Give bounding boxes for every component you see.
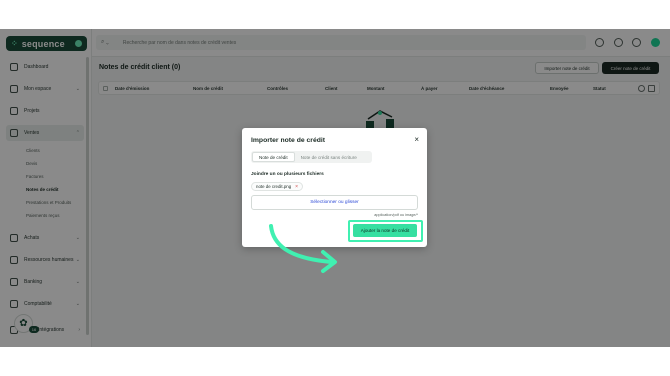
file-dropzone[interactable]: Sélectionner ou glisser xyxy=(251,195,418,210)
attached-file-chip: note de credit.png × xyxy=(251,182,304,191)
dropzone-label[interactable]: Sélectionner ou glisser xyxy=(310,200,359,205)
tab-note-de-credit[interactable]: Note de crédit xyxy=(252,152,295,162)
attach-files-label: Joindre un ou plusieurs fichiers xyxy=(251,172,324,177)
dialog-tabs: Note de crédit Note de crédit sans écrit… xyxy=(251,151,372,163)
submit-highlight: Ajouter la note de crédit xyxy=(348,220,423,242)
close-icon[interactable]: × xyxy=(414,136,419,144)
add-credit-note-button[interactable]: Ajouter la note de crédit xyxy=(353,224,417,237)
accepted-file-types: application/pdf ou image/* xyxy=(374,213,418,217)
dialog-title: Importer note de crédit xyxy=(251,137,326,144)
tab-note-sans-ecriture[interactable]: Note de crédit sans écriture xyxy=(295,152,363,162)
app-screen: ⁘ sequence Dashboard Mon espace ⌄ Projet… xyxy=(0,29,670,347)
tutorial-arrow-icon xyxy=(269,224,337,273)
file-name: note de credit.png xyxy=(256,184,292,189)
remove-file-icon[interactable]: × xyxy=(295,184,298,190)
